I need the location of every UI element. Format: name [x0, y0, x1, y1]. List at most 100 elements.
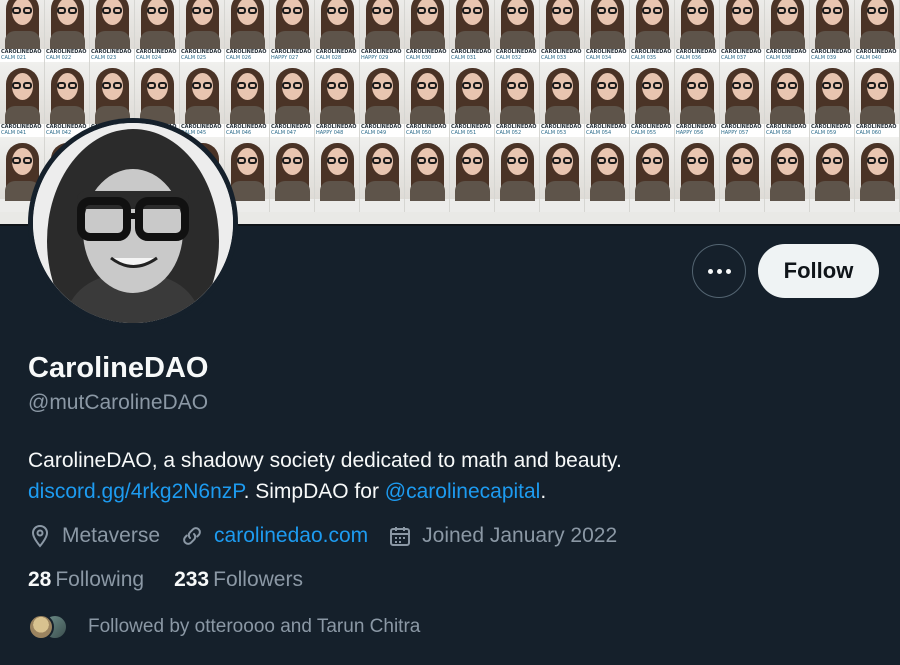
more-options-button[interactable]: [692, 244, 746, 298]
website-link[interactable]: carolinedao.com: [214, 524, 368, 548]
banner-tile-caption: CAROLINEDAO CALM 047: [270, 124, 314, 137]
banner-tile-label: CALM 051: [451, 130, 477, 136]
banner-tile-caption: CAROLINEDAO HAPPY 027: [270, 49, 314, 62]
banner-tile-label: CALM 036: [676, 55, 702, 61]
banner-tile: [405, 137, 450, 212]
banner-tile: CAROLINEDAO CALM 046: [225, 62, 270, 137]
banner-tile-label: CALM 032: [496, 55, 522, 61]
banner-tile: CAROLINEDAO CALM 036: [675, 0, 720, 62]
banner-tile: CAROLINEDAO CALM 045: [180, 62, 225, 137]
avatar-portrait: [33, 123, 233, 323]
banner-tile-caption: CAROLINEDAO CALM 036: [675, 49, 719, 62]
banner-tile-label: CALM 031: [451, 55, 477, 61]
banner-tile-label: CALM 058: [766, 130, 792, 136]
banner-tile: CAROLINEDAO HAPPY 048: [315, 62, 360, 137]
banner-tile-label: CALM 039: [811, 55, 837, 61]
banner-tile: CAROLINEDAO CALM 041: [0, 62, 45, 137]
banner-tile: CAROLINEDAO CALM 053: [540, 62, 585, 137]
banner-tile-label: HAPPY 048: [316, 130, 344, 136]
banner-tile: CAROLINEDAO CALM 030: [405, 0, 450, 62]
profile-avatar[interactable]: [28, 118, 238, 328]
followers-count: 233: [174, 568, 210, 591]
banner-tile-label: CALM 025: [181, 55, 207, 61]
banner-tile-label: CALM 038: [766, 55, 792, 61]
more-dots-icon: [707, 268, 731, 274]
banner-tile: CAROLINEDAO CALM 058: [765, 62, 810, 137]
banner-tile: CAROLINEDAO CALM 055: [630, 62, 675, 137]
following-link[interactable]: 28 Following: [28, 568, 144, 592]
banner-tile: [270, 137, 315, 212]
banner-tile-label: HAPPY 056: [676, 130, 704, 136]
banner-tile-label: HAPPY 057: [721, 130, 749, 136]
banner-tile: [855, 137, 900, 212]
banner-tile-caption: CAROLINEDAO CALM 035: [630, 49, 674, 62]
banner-tile: CAROLINEDAO CALM 059: [810, 62, 855, 137]
banner-tile: CAROLINEDAO CALM 038: [765, 0, 810, 62]
banner-tile: [360, 137, 405, 212]
banner-tile: CAROLINEDAO CALM 054: [585, 62, 630, 137]
banner-tile: CAROLINEDAO CALM 037: [720, 0, 765, 62]
banner-tile-caption: CAROLINEDAO CALM 041: [0, 124, 44, 137]
banner-tile-caption: CAROLINEDAO CALM 038: [765, 49, 809, 62]
banner-tile-label: CALM 026: [226, 55, 252, 61]
banner-tile-caption: CAROLINEDAO CALM 058: [765, 124, 809, 137]
follower-avatar: [28, 614, 54, 640]
followed-by-row[interactable]: Followed by otteroooo and Tarun Chitra: [28, 614, 420, 640]
banner-tile-caption: CAROLINEDAO CALM 055: [630, 124, 674, 137]
banner-tile-label: CALM 037: [721, 55, 747, 61]
location-pin-icon: [31, 524, 49, 548]
banner-tile-label: CALM 053: [541, 130, 567, 136]
banner-tile-label: CALM 046: [226, 130, 252, 136]
banner-tile: CAROLINEDAO CALM 034: [585, 0, 630, 62]
banner-tile: CAROLINEDAO HAPPY 057: [720, 62, 765, 137]
website-item[interactable]: carolinedao.com: [180, 524, 368, 548]
banner-tile-label: CALM 035: [631, 55, 657, 61]
banner-tile-label: CALM 052: [496, 130, 522, 136]
banner-tile-caption: CAROLINEDAO CALM 050: [405, 124, 449, 137]
avatar-image: [33, 123, 233, 323]
banner-tile-caption: CAROLINEDAO CALM 051: [450, 124, 494, 137]
banner-tile: CAROLINEDAO CALM 049: [360, 62, 405, 137]
banner-tile: CAROLINEDAO CALM 028: [315, 0, 360, 62]
bio-discord-link[interactable]: discord.gg/4rkg2N6nzP: [28, 480, 244, 503]
banner-tile: [585, 137, 630, 212]
banner-tile-label: CALM 022: [46, 55, 72, 61]
banner-tile-caption: CAROLINEDAO CALM 053: [540, 124, 584, 137]
banner-tile: [315, 137, 360, 212]
banner-tile: CAROLINEDAO CALM 042: [45, 62, 90, 137]
banner-tile-caption: CAROLINEDAO CALM 054: [585, 124, 629, 137]
followed-by-text: Followed by otteroooo and Tarun Chitra: [88, 616, 421, 637]
banner-tile: CAROLINEDAO CALM 025: [180, 0, 225, 62]
banner-tile-label: HAPPY 027: [271, 55, 299, 61]
banner-tile-caption: CAROLINEDAO CALM 046: [225, 124, 269, 137]
joined-text: Joined January 2022: [422, 524, 618, 547]
banner-tile: CAROLINEDAO CALM 052: [495, 62, 540, 137]
followers-link[interactable]: 233 Followers: [174, 568, 303, 592]
banner-tile: CAROLINEDAO CALM 040: [855, 0, 900, 62]
banner-tile-label: CALM 060: [856, 130, 882, 136]
banner-tile-label: CALM 034: [586, 55, 612, 61]
profile-meta: Metaverse carolinedao.com Joined January…: [28, 521, 637, 551]
banner-tile-caption: CAROLINEDAO CALM 032: [495, 49, 539, 62]
display-name: CarolineDAO: [28, 352, 209, 384]
banner-tile-label: CALM 042: [46, 130, 72, 136]
banner-tile-caption: CAROLINEDAO CALM 030: [405, 49, 449, 62]
follow-button[interactable]: Follow: [758, 244, 879, 298]
banner-tile-label: CALM 033: [541, 55, 567, 61]
banner-tile: CAROLINEDAO CALM 033: [540, 0, 585, 62]
banner-tile: CAROLINEDAO CALM 050: [405, 62, 450, 137]
banner-tile-caption: CAROLINEDAO CALM 026: [225, 49, 269, 62]
joined-item: Joined January 2022: [388, 524, 617, 548]
banner-tile-caption: CAROLINEDAO CALM 021: [0, 49, 44, 62]
banner-tile: CAROLINEDAO CALM 023: [90, 0, 135, 62]
banner-tile-label: CALM 049: [361, 130, 387, 136]
banner-tile-caption: CAROLINEDAO CALM 039: [810, 49, 854, 62]
banner-tile: CAROLINEDAO CALM 031: [450, 0, 495, 62]
banner-tile-caption: CAROLINEDAO CALM 052: [495, 124, 539, 137]
bio-text-2: . SimpDAO for: [243, 480, 385, 503]
link-icon: [183, 527, 201, 545]
banner-tile: [765, 137, 810, 212]
banner-tile-caption: CAROLINEDAO CALM 037: [720, 49, 764, 62]
banner-tile-caption: CAROLINEDAO CALM 031: [450, 49, 494, 62]
bio-mention-link[interactable]: @carolinecapital: [385, 480, 541, 503]
